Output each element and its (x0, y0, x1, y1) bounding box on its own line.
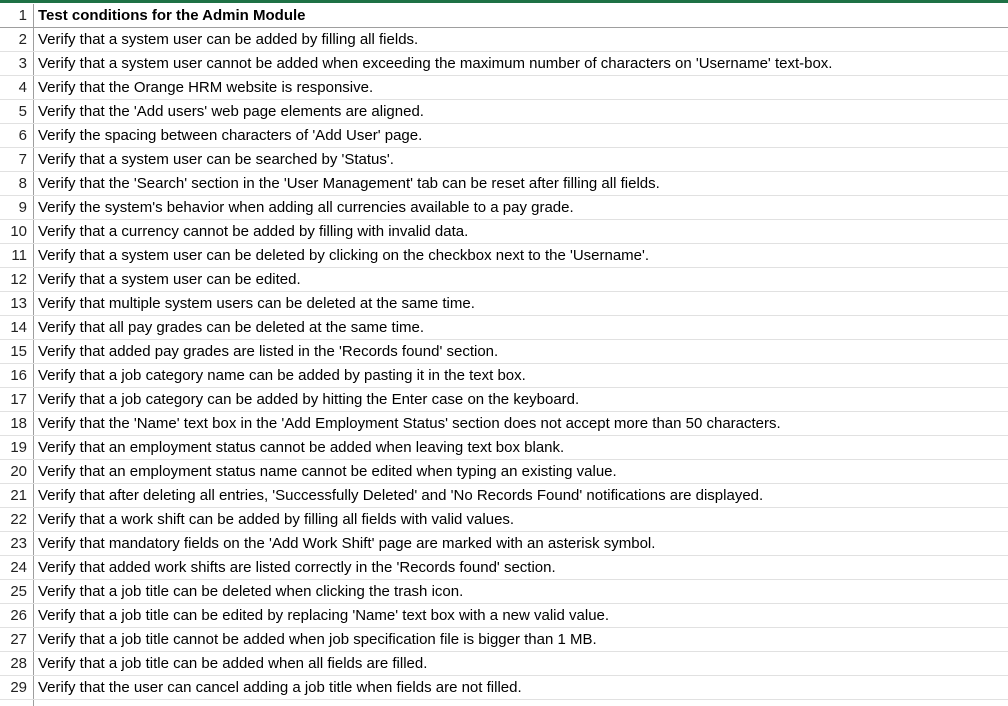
test-condition-cell[interactable]: Verify that the user can cancel adding a… (34, 676, 1008, 699)
test-condition-cell[interactable]: Verify that multiple system users can be… (34, 292, 1008, 315)
row-number[interactable]: 4 (0, 76, 34, 99)
row-number[interactable]: 8 (0, 172, 34, 195)
table-row[interactable]: 15 Verify that added pay grades are liste… (0, 340, 1008, 364)
test-condition-cell[interactable]: Verify that the 'Search' section in the … (34, 172, 1008, 195)
test-condition-cell[interactable]: Verify that mandatory fields on the 'Add… (34, 532, 1008, 555)
header-cell[interactable]: Test conditions for the Admin Module (34, 4, 1008, 27)
test-condition-cell[interactable]: Verify that a job title can be added whe… (34, 652, 1008, 675)
table-row[interactable]: 10 Verify that a currency cannot be added… (0, 220, 1008, 244)
test-condition-cell[interactable]: Verify that an employment status cannot … (34, 436, 1008, 459)
row-number[interactable]: 15 (0, 340, 34, 363)
test-condition-cell[interactable]: Verify that a system user cannot be adde… (34, 52, 1008, 75)
table-row[interactable]: 28 Verify that a job title can be added w… (0, 652, 1008, 676)
row-number[interactable]: 22 (0, 508, 34, 531)
table-row[interactable]: 20 Verify that an employment status name … (0, 460, 1008, 484)
test-condition-cell[interactable]: Verify that a currency cannot be added b… (34, 220, 1008, 243)
table-row[interactable]: 24 Verify that added work shifts are list… (0, 556, 1008, 580)
table-row[interactable]: 17 Verify that a job category can be adde… (0, 388, 1008, 412)
row-number[interactable]: 10 (0, 220, 34, 243)
spreadsheet-grid: 1 Test conditions for the Admin Module 2… (0, 0, 1008, 706)
row-number[interactable]: 23 (0, 532, 34, 555)
test-condition-cell[interactable]: Verify that after deleting all entries, … (34, 484, 1008, 507)
rows-container: 1 Test conditions for the Admin Module 2… (0, 4, 1008, 700)
table-row[interactable]: 27 Verify that a job title cannot be adde… (0, 628, 1008, 652)
test-condition-cell[interactable]: Verify that a job title can be deleted w… (34, 580, 1008, 603)
row-number[interactable]: 1 (0, 4, 34, 27)
row-number[interactable]: 11 (0, 244, 34, 267)
row-number[interactable]: 14 (0, 316, 34, 339)
table-row[interactable]: 9 Verify the system's behavior when addin… (0, 196, 1008, 220)
row-number[interactable]: 17 (0, 388, 34, 411)
row-number[interactable]: 24 (0, 556, 34, 579)
row-number[interactable]: 7 (0, 148, 34, 171)
table-row[interactable]: 4 Verify that the Orange HRM website is r… (0, 76, 1008, 100)
test-condition-cell[interactable]: Verify that a work shift can be added by… (34, 508, 1008, 531)
table-row[interactable]: 14 Verify that all pay grades can be dele… (0, 316, 1008, 340)
test-condition-cell[interactable]: Verify that all pay grades can be delete… (34, 316, 1008, 339)
table-row[interactable]: 12 Verify that a system user can be edite… (0, 268, 1008, 292)
row-number[interactable]: 29 (0, 676, 34, 699)
table-row[interactable]: 26 Verify that a job title can be edited … (0, 604, 1008, 628)
test-condition-cell[interactable]: Verify that a system user can be edited. (34, 268, 1008, 291)
row-number[interactable]: 2 (0, 28, 34, 51)
row-number[interactable]: 5 (0, 100, 34, 123)
row-number[interactable]: 27 (0, 628, 34, 651)
table-row[interactable]: 7 Verify that a system user can be search… (0, 148, 1008, 172)
row-number[interactable]: 6 (0, 124, 34, 147)
row-number[interactable]: 18 (0, 412, 34, 435)
table-row[interactable]: 2 Verify that a system user can be added … (0, 28, 1008, 52)
row-number[interactable]: 20 (0, 460, 34, 483)
test-condition-cell[interactable]: Verify that the 'Name' text box in the '… (34, 412, 1008, 435)
row-number[interactable]: 19 (0, 436, 34, 459)
table-row[interactable]: 6 Verify the spacing between characters o… (0, 124, 1008, 148)
table-row[interactable]: 19 Verify that an employment status canno… (0, 436, 1008, 460)
table-row[interactable]: 23 Verify that mandatory fields on the 'A… (0, 532, 1008, 556)
table-row[interactable]: 29 Verify that the user can cancel adding… (0, 676, 1008, 700)
test-condition-cell[interactable]: Verify that an employment status name ca… (34, 460, 1008, 483)
test-condition-cell[interactable]: Verify that a system user can be added b… (34, 28, 1008, 51)
table-row[interactable]: 8 Verify that the 'Search' section in the… (0, 172, 1008, 196)
test-condition-cell[interactable]: Verify that a job category can be added … (34, 388, 1008, 411)
test-condition-cell[interactable]: Verify that added pay grades are listed … (34, 340, 1008, 363)
table-row[interactable]: 13 Verify that multiple system users can … (0, 292, 1008, 316)
test-condition-cell[interactable]: Verify that added work shifts are listed… (34, 556, 1008, 579)
table-row[interactable]: 5 Verify that the 'Add users' web page el… (0, 100, 1008, 124)
row-number[interactable]: 16 (0, 364, 34, 387)
row-number[interactable]: 26 (0, 604, 34, 627)
table-row[interactable]: 18 Verify that the 'Name' text box in the… (0, 412, 1008, 436)
test-condition-cell[interactable]: Verify the spacing between characters of… (34, 124, 1008, 147)
table-row[interactable]: 21 Verify that after deleting all entries… (0, 484, 1008, 508)
table-row[interactable]: 16 Verify that a job category name can be… (0, 364, 1008, 388)
table-row[interactable]: 11 Verify that a system user can be delet… (0, 244, 1008, 268)
row-number[interactable]: 21 (0, 484, 34, 507)
row-number[interactable]: 13 (0, 292, 34, 315)
row-number[interactable]: 28 (0, 652, 34, 675)
table-row[interactable]: 3 Verify that a system user cannot be add… (0, 52, 1008, 76)
test-condition-cell[interactable]: Verify that a system user can be searche… (34, 148, 1008, 171)
selection-top-border (0, 0, 1008, 3)
test-condition-cell[interactable]: Verify that a job category name can be a… (34, 364, 1008, 387)
row-number[interactable]: 12 (0, 268, 34, 291)
header-row[interactable]: 1 Test conditions for the Admin Module (0, 4, 1008, 28)
row-header-tail (0, 700, 34, 706)
table-row[interactable]: 22 Verify that a work shift can be added … (0, 508, 1008, 532)
test-condition-cell[interactable]: Verify that a system user can be deleted… (34, 244, 1008, 267)
test-condition-cell[interactable]: Verify that the Orange HRM website is re… (34, 76, 1008, 99)
row-number[interactable]: 3 (0, 52, 34, 75)
row-number[interactable]: 25 (0, 580, 34, 603)
test-condition-cell[interactable]: Verify that a job title cannot be added … (34, 628, 1008, 651)
row-number[interactable]: 9 (0, 196, 34, 219)
table-row[interactable]: 25 Verify that a job title can be deleted… (0, 580, 1008, 604)
test-condition-cell[interactable]: Verify the system's behavior when adding… (34, 196, 1008, 219)
test-condition-cell[interactable]: Verify that a job title can be edited by… (34, 604, 1008, 627)
test-condition-cell[interactable]: Verify that the 'Add users' web page ele… (34, 100, 1008, 123)
